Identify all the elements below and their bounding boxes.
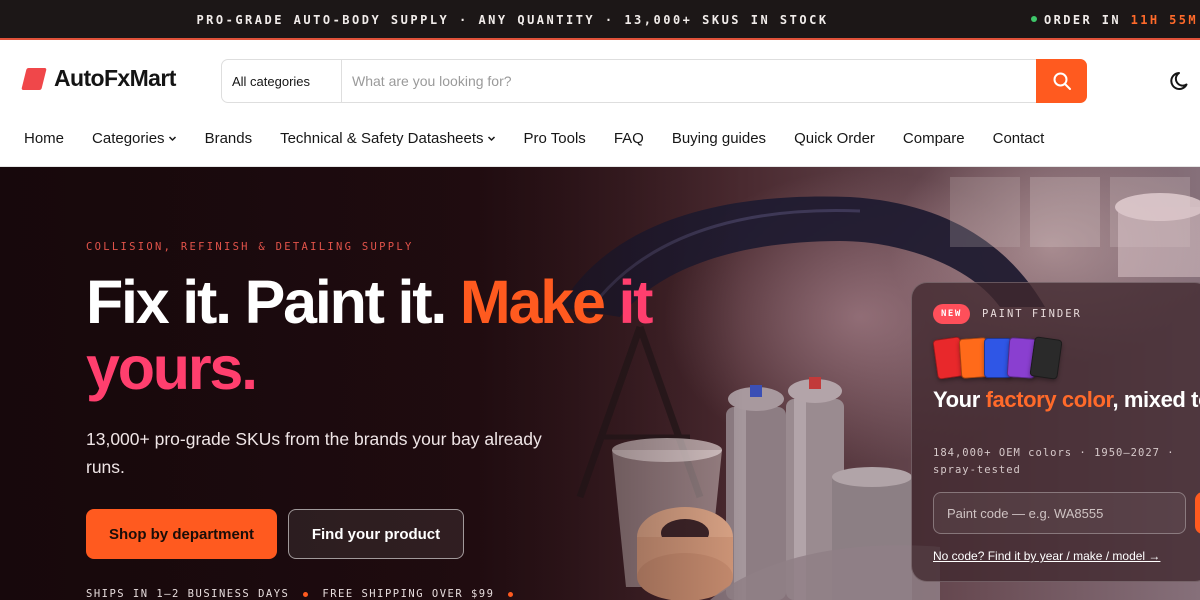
nav-categories[interactable]: Categories — [92, 130, 177, 147]
nav-faq[interactable]: FAQ — [614, 130, 644, 147]
color-swatches — [932, 336, 1073, 384]
nav-faq-label: FAQ — [613, 130, 644, 147]
headline-orange: Make — [459, 268, 606, 336]
status-dot-icon — [1031, 16, 1037, 22]
main-nav: Home Categories Brands Technical & Safet… — [24, 130, 1072, 147]
perk-shipping-time: SHIPS IN 1–2 BUSINESS DAYS — [86, 588, 290, 600]
nav-compare-label: Compare — [902, 130, 965, 147]
bullet-dot-icon — [303, 591, 309, 597]
nav-buying-guides[interactable]: Buying guides — [672, 130, 766, 147]
perk-free-shipping: FREE SHIPPING OVER $99 — [322, 588, 495, 600]
nav-compare[interactable]: Compare — [903, 130, 965, 147]
nav-home[interactable]: Home — [24, 130, 64, 147]
nav-brands-label: Brands — [204, 130, 253, 147]
title-pre: Your — [933, 387, 980, 412]
title-accent: factory color — [985, 387, 1113, 412]
nav-pro-tools[interactable]: Pro Tools — [524, 130, 586, 147]
moon-icon — [1170, 72, 1188, 90]
brand-name: AutoFxMart — [54, 65, 176, 91]
announcement-bar: PRO-GRADE AUTO-BODY SUPPLY · ANY QUANTIT… — [0, 0, 1200, 40]
find-by-vehicle-link[interactable]: No code? Find it by year / make / model … — [933, 549, 1160, 563]
nav-home-label: Home — [24, 130, 65, 147]
nav-pro-tools-label: Pro Tools — [523, 130, 586, 147]
hero-headline: Fix it. Paint it. Make it yours. — [86, 269, 686, 401]
theme-toggle-button[interactable] — [1170, 70, 1192, 92]
search-button[interactable] — [1036, 59, 1087, 103]
hero-eyebrow: COLLISION, REFINISH & DETAILING SUPPLY — [86, 241, 414, 253]
nav-quick-order-label: Quick Order — [794, 130, 875, 147]
nav-datasheets[interactable]: Technical & Safety Datasheets — [280, 130, 495, 147]
headline-white: Fix it. Paint it. — [86, 268, 447, 336]
logo-mark-icon — [21, 67, 47, 90]
hero-subcopy: 13,000+ pro-grade SKUs from the brands y… — [86, 429, 542, 477]
nav-datasheets-label: Technical & Safety Datasheets — [280, 130, 484, 147]
hero-section: COLLISION, REFINISH & DETAILING SUPPLY F… — [0, 167, 1200, 600]
new-badge: NEW — [933, 304, 970, 324]
search-input[interactable] — [341, 60, 1038, 102]
paint-finder-title: Your factory color, mixed to order — [933, 388, 1200, 412]
order-countdown: 11H 55M — [1130, 13, 1198, 27]
paint-finder-meta: 184,000+ OEM colors · 1950–2027 · spray-… — [933, 447, 1175, 476]
brand-logo[interactable]: AutoFxMart — [21, 65, 176, 92]
nav-quick-order[interactable]: Quick Order — [794, 130, 875, 147]
swatch-black — [1029, 336, 1063, 380]
bullet-dot-icon — [508, 591, 514, 597]
shop-by-department-button[interactable]: Shop by department — [86, 509, 277, 559]
search-icon — [1053, 72, 1071, 90]
nav-contact[interactable]: Contact — [993, 130, 1045, 147]
hero-perks: SHIPS IN 1–2 BUSINESS DAYS FREE SHIPPING… — [86, 588, 527, 600]
title-post: , mixed to order — [1112, 387, 1200, 412]
paint-code-input[interactable] — [933, 492, 1186, 534]
order-label: ORDER IN — [1044, 13, 1121, 27]
nav-brands[interactable]: Brands — [205, 130, 253, 147]
find-product-button[interactable]: Find your product — [288, 509, 464, 559]
nav-categories-label: Categories — [92, 130, 165, 147]
site-header: AutoFxMart All categories Home Categorie… — [0, 41, 1200, 167]
order-cutoff: ORDER IN 11H 55M — [1031, 13, 1198, 27]
search-bar: All categories — [221, 59, 1087, 103]
paint-code-submit-button[interactable] — [1195, 492, 1200, 534]
paint-finder-label: PAINT FINDER — [982, 308, 1082, 320]
search-category-select[interactable]: All categories — [232, 74, 310, 89]
paint-finder-card: NEW PAINT FINDER Your factory color, mix… — [911, 282, 1200, 582]
nav-contact-label: Contact — [992, 130, 1045, 147]
announcement-message: PRO-GRADE AUTO-BODY SUPPLY · ANY QUANTIT… — [196, 13, 829, 27]
nav-buying-guides-label: Buying guides — [671, 130, 767, 147]
chevron-down-icon — [487, 134, 496, 143]
chevron-down-icon — [168, 134, 177, 143]
